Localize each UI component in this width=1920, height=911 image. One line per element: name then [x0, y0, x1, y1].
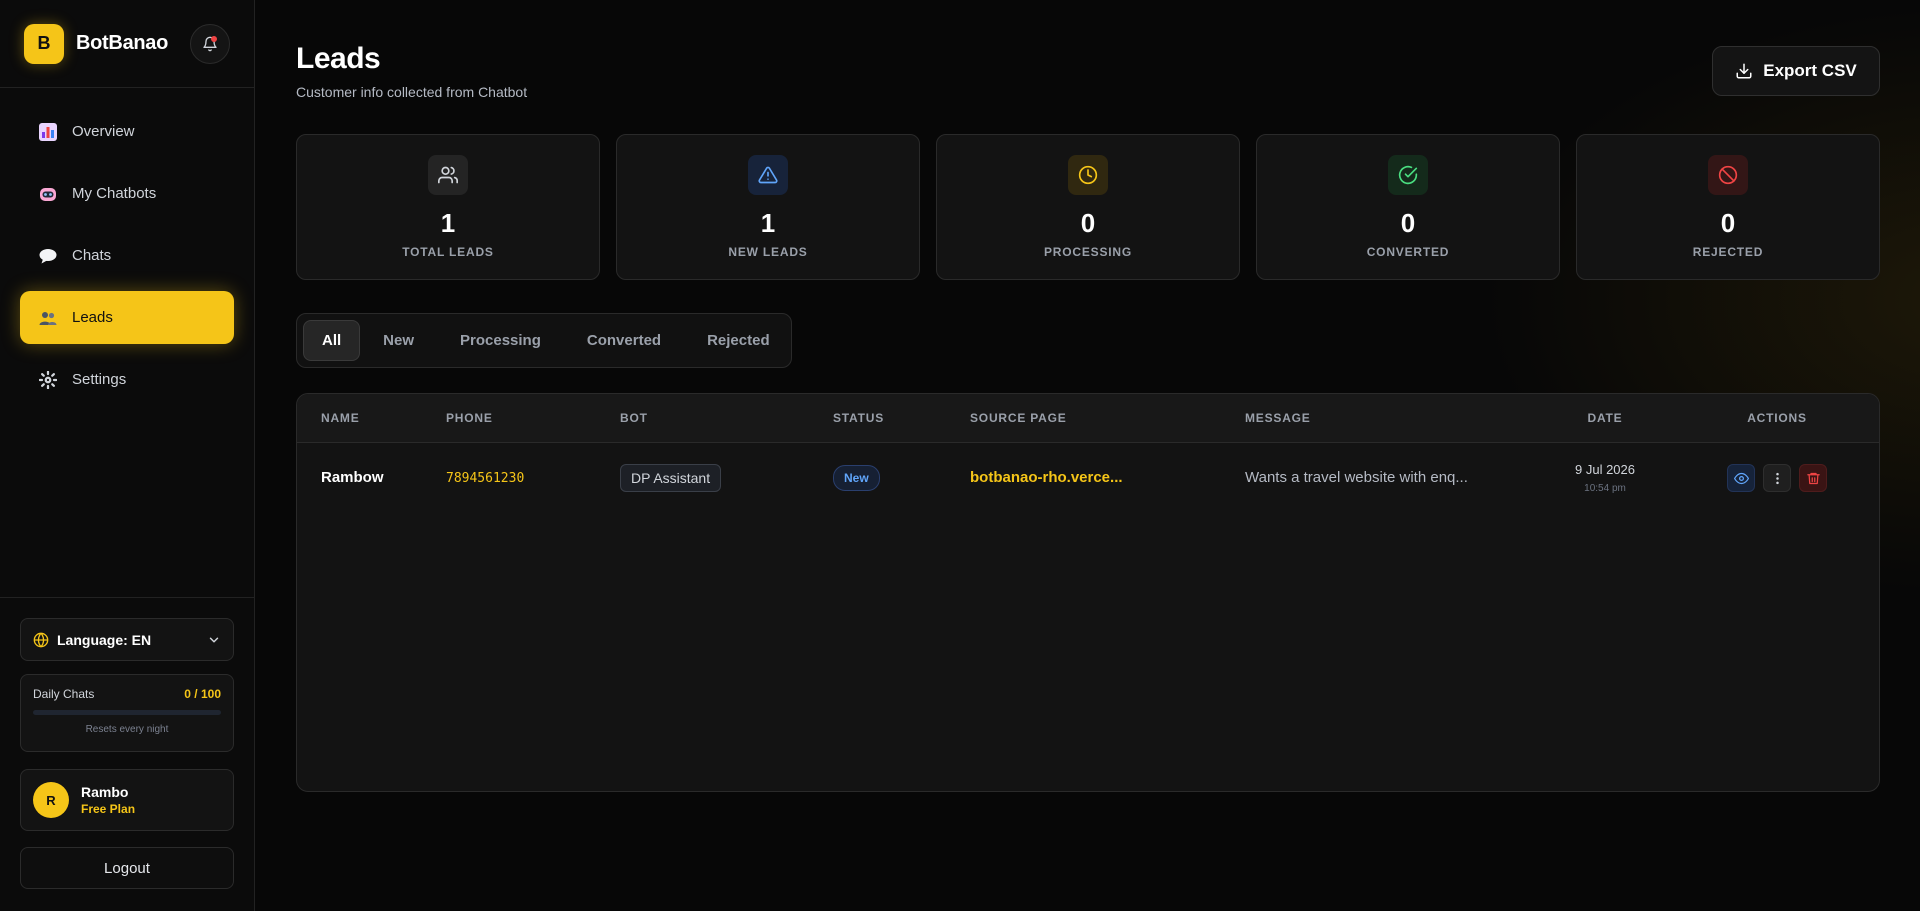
sidebar-item-my-chatbots[interactable]: My Chatbots [20, 167, 234, 220]
daily-chats-label: Daily Chats [33, 687, 95, 701]
daily-chats-note: Resets every night [85, 724, 169, 735]
tab-rejected[interactable]: Rejected [684, 320, 793, 361]
notification-dot [211, 35, 217, 42]
gear-icon [38, 370, 58, 390]
brand-logo[interactable]: B [24, 23, 64, 64]
stats-row: 1 TOTAL LEADS 1 NEW LEADS 0 PROCESSING 0… [296, 134, 1880, 280]
page-title: Leads [296, 42, 381, 75]
column-header-source[interactable]: SOURCE PAGE [970, 411, 1245, 425]
tab-converted[interactable]: Converted [564, 320, 684, 361]
main-content: Leads Customer info collected from Chatb… [296, 0, 1880, 792]
alert-triangle-icon [748, 155, 788, 195]
stat-label: CONVERTED [1366, 245, 1450, 259]
lead-time: 10:54 pm [1584, 483, 1626, 494]
stat-value: 0 [1080, 208, 1096, 238]
row-actions [1675, 464, 1879, 492]
trash-icon [1806, 472, 1820, 484]
more-vertical-icon [1775, 472, 1779, 484]
sidebar-item-settings[interactable]: Settings [20, 353, 234, 406]
sidebar-item-label: My Chatbots [72, 185, 157, 202]
sidebar-item-label: Overview [72, 123, 135, 140]
table-row[interactable]: Rambow 7894561230 DP Assistant New botba… [297, 443, 1879, 513]
check-circle-icon [1388, 155, 1428, 195]
user-card[interactable]: R Rambo Free Plan [20, 769, 234, 831]
column-header-actions: ACTIONS [1747, 411, 1807, 425]
tab-processing[interactable]: Processing [437, 320, 564, 361]
daily-chats-count: 0 / 100 [184, 687, 221, 701]
page-subtitle: Customer info collected from Chatbot [296, 84, 528, 100]
daily-chats-progress [33, 710, 221, 715]
lead-phone[interactable]: 7894561230 [446, 471, 524, 486]
stat-value: 0 [1720, 208, 1736, 238]
brand-header: B BotBanao [0, 0, 254, 88]
column-header-status[interactable]: STATUS [833, 411, 970, 425]
column-header-message[interactable]: MESSAGE [1245, 411, 1535, 425]
stat-label: REJECTED [1692, 245, 1764, 259]
stat-label: PROCESSING [1043, 245, 1132, 259]
bot-badge: DP Assistant [620, 464, 722, 492]
sidebar-item-label: Settings [72, 371, 127, 388]
brand-name: BotBanao [76, 32, 169, 54]
sidebar-nav: Overview My Chatbots Chats Leads Setting… [0, 88, 254, 406]
stat-value: 0 [1400, 208, 1416, 238]
sidebar: B BotBanao Overview My Chatbots Chats Le… [0, 0, 255, 911]
stat-label: TOTAL LEADS [402, 245, 494, 259]
chevron-down-icon [209, 637, 219, 642]
user-plan: Free Plan [81, 802, 136, 816]
sidebar-item-overview[interactable]: Overview [20, 105, 234, 158]
robot-icon [38, 184, 58, 204]
view-lead-button[interactable] [1727, 464, 1755, 492]
stat-label: NEW LEADS [728, 245, 808, 259]
avatar: R [33, 782, 69, 818]
lead-date: 9 Jul 2026 [1575, 462, 1635, 477]
eye-icon [1733, 472, 1749, 484]
sidebar-item-chats[interactable]: Chats [20, 229, 234, 282]
tab-new[interactable]: New [360, 320, 437, 361]
stat-card-new-leads: 1 NEW LEADS [616, 134, 920, 280]
source-page-link[interactable]: botbanao-rho.verce... [970, 469, 1123, 486]
speech-bubble-icon [38, 246, 58, 266]
tab-all[interactable]: All [303, 320, 361, 361]
ban-icon [1708, 155, 1748, 195]
lead-message: Wants a travel website with enq... [1245, 469, 1468, 486]
lead-name: Rambow [321, 469, 384, 486]
language-label: Language: EN [57, 631, 152, 648]
download-icon [1736, 63, 1752, 79]
column-header-name[interactable]: NAME [297, 411, 446, 425]
bar-chart-icon [38, 122, 58, 142]
notifications-button[interactable] [190, 23, 230, 64]
status-badge: New [833, 465, 880, 491]
language-select[interactable]: Language: EN [20, 618, 234, 661]
sidebar-item-leads[interactable]: Leads [20, 291, 234, 344]
clock-icon [1068, 155, 1108, 195]
stat-card-rejected: 0 REJECTED [1576, 134, 1880, 280]
page-header: Leads Customer info collected from Chatb… [296, 0, 1880, 134]
stat-card-converted: 0 CONVERTED [1256, 134, 1560, 280]
more-options-button[interactable] [1763, 464, 1791, 492]
daily-chats-card: Daily Chats 0 / 100 Resets every night [20, 674, 234, 752]
leads-table: NAME PHONE BOT STATUS SOURCE PAGE MESSAG… [296, 393, 1880, 792]
stat-value: 1 [440, 208, 456, 238]
logout-button[interactable]: Logout [20, 847, 234, 889]
user-name: Rambo [81, 784, 129, 800]
stat-card-processing: 0 PROCESSING [936, 134, 1240, 280]
users-icon [428, 155, 468, 195]
column-header-date[interactable]: DATE [1535, 411, 1675, 425]
table-header: NAME PHONE BOT STATUS SOURCE PAGE MESSAG… [297, 394, 1879, 443]
column-header-phone[interactable]: PHONE [446, 411, 620, 425]
stat-card-total-leads: 1 TOTAL LEADS [296, 134, 600, 280]
sidebar-footer: Language: EN Daily Chats 0 / 100 Resets … [0, 597, 254, 889]
users-icon [38, 308, 58, 328]
delete-lead-button[interactable] [1799, 464, 1827, 492]
globe-icon [33, 632, 49, 647]
stat-value: 1 [760, 208, 776, 238]
export-csv-label: Export CSV [1763, 61, 1857, 80]
column-header-bot[interactable]: BOT [620, 411, 833, 425]
export-csv-button[interactable]: Export CSV [1712, 46, 1880, 96]
sidebar-item-label: Chats [72, 247, 112, 264]
sidebar-item-label: Leads [72, 309, 113, 326]
filter-tabs: All New Processing Converted Rejected [296, 313, 792, 368]
